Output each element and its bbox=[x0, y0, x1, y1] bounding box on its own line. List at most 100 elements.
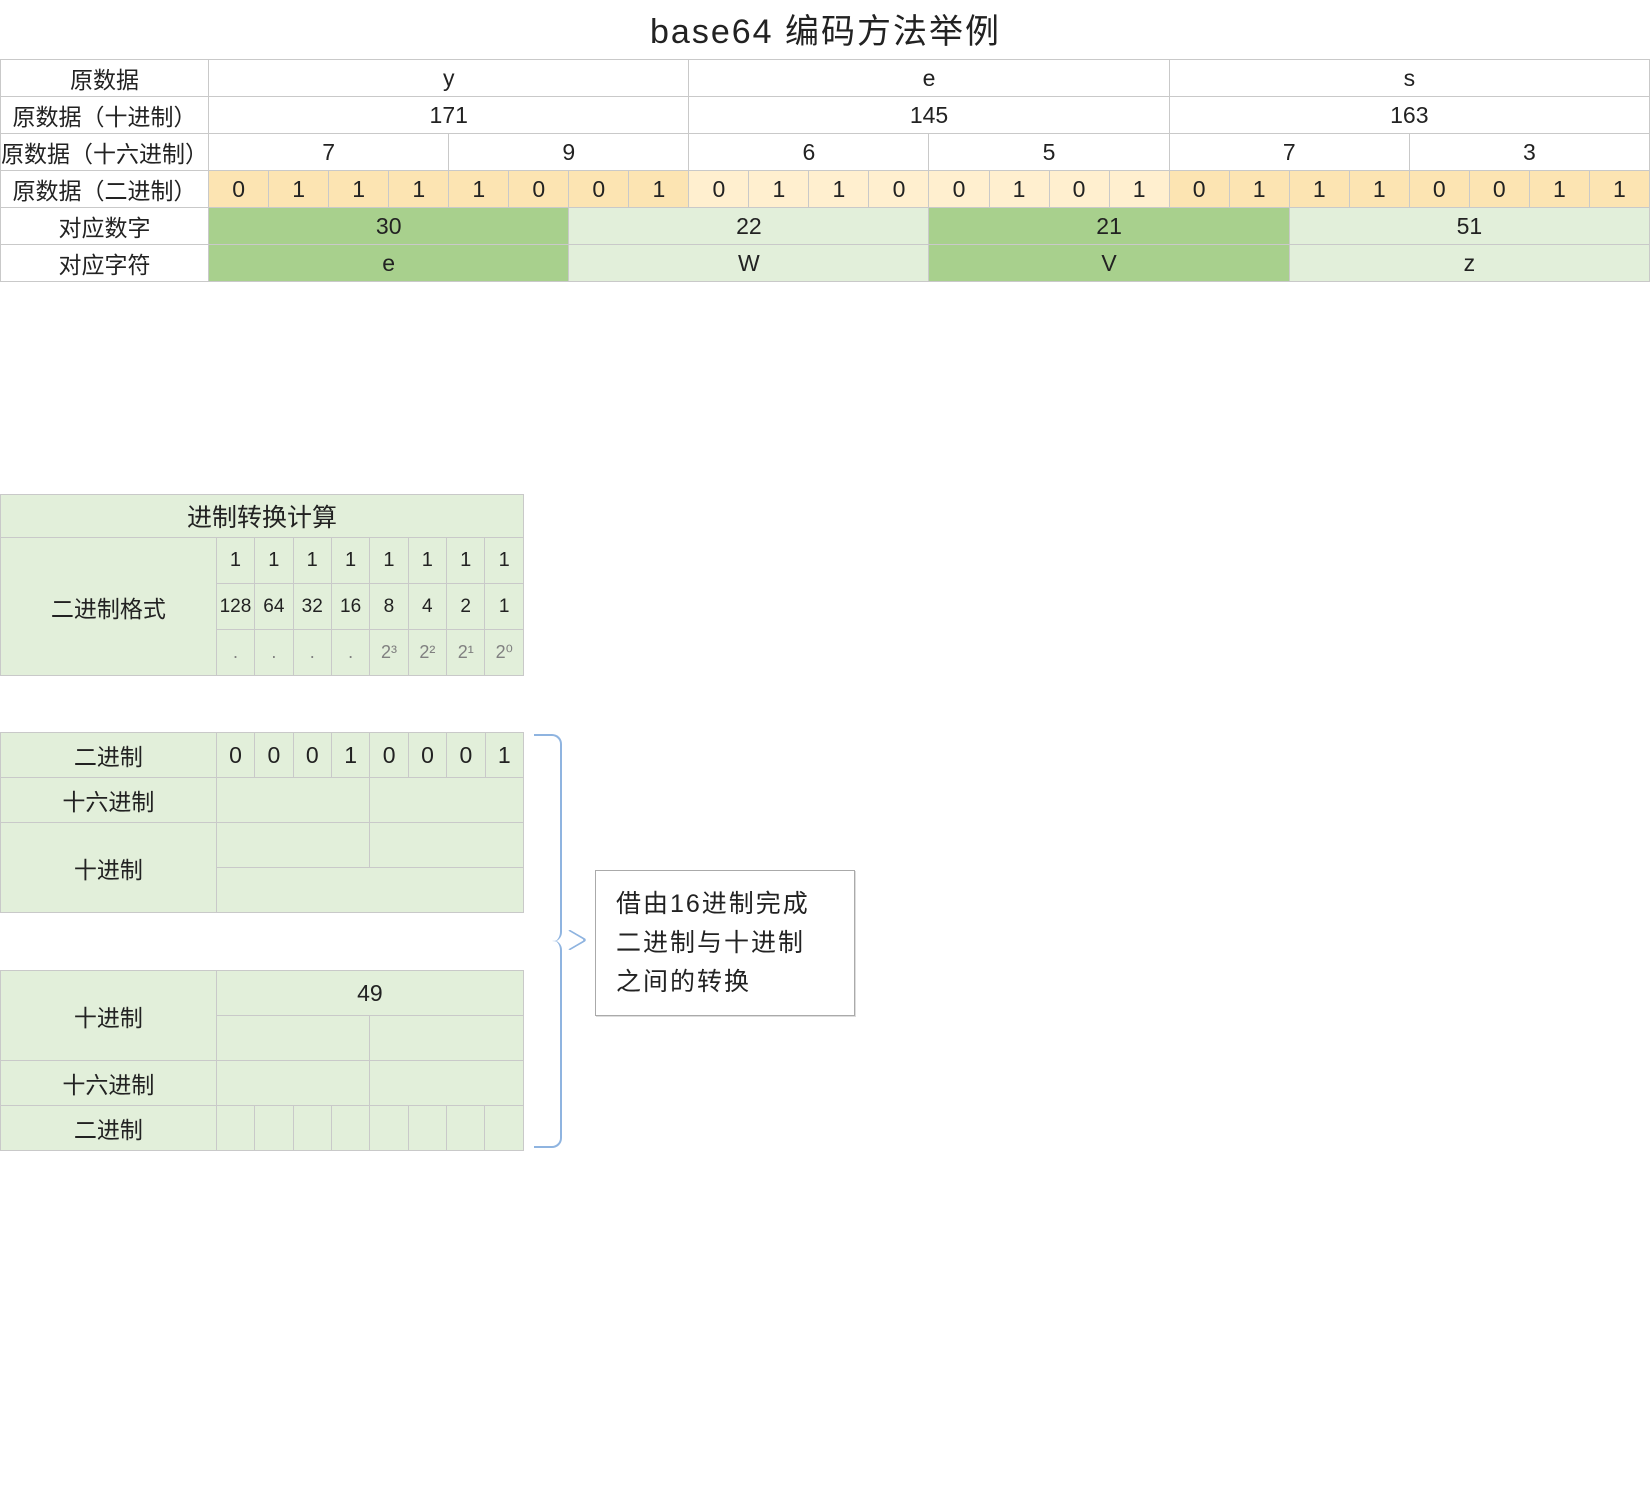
bin3-1[interactable] bbox=[255, 1106, 293, 1151]
numidx-1[interactable]: 22 bbox=[569, 208, 929, 245]
hex3-slot-a[interactable] bbox=[216, 1061, 370, 1106]
hex-5[interactable]: 3 bbox=[1409, 134, 1649, 171]
dec3-slot-a[interactable] bbox=[216, 1016, 370, 1061]
dec-slot-b[interactable] bbox=[370, 823, 524, 868]
weight-5[interactable]: 4 bbox=[408, 584, 446, 630]
dec-slot-c[interactable] bbox=[216, 868, 523, 913]
bit-12[interactable]: 0 bbox=[929, 171, 989, 208]
pow-2[interactable]: . bbox=[293, 630, 331, 676]
dec-0[interactable]: 171 bbox=[209, 97, 689, 134]
weight-1[interactable]: 64 bbox=[255, 584, 293, 630]
ones-1[interactable]: 1 bbox=[255, 538, 293, 584]
raw-char-1[interactable]: e bbox=[689, 60, 1169, 97]
weight-0[interactable]: 128 bbox=[216, 584, 254, 630]
bit-21[interactable]: 0 bbox=[1469, 171, 1529, 208]
exbit-7[interactable]: 1 bbox=[485, 733, 523, 778]
dec3-slot-b[interactable] bbox=[370, 1016, 524, 1061]
hex-2[interactable]: 6 bbox=[689, 134, 929, 171]
hex3-slot-b[interactable] bbox=[370, 1061, 524, 1106]
label-raw: 原数据 bbox=[1, 60, 209, 97]
weight-4[interactable]: 8 bbox=[370, 584, 408, 630]
weight-6[interactable]: 2 bbox=[447, 584, 485, 630]
hex-0[interactable]: 7 bbox=[209, 134, 449, 171]
raw-char-0[interactable]: y bbox=[209, 60, 689, 97]
char-3[interactable]: z bbox=[1289, 245, 1649, 282]
exbit-6[interactable]: 0 bbox=[447, 733, 485, 778]
bit-6[interactable]: 0 bbox=[569, 171, 629, 208]
exbit-0[interactable]: 0 bbox=[216, 733, 254, 778]
bin3-7[interactable] bbox=[485, 1106, 524, 1151]
char-0[interactable]: e bbox=[209, 245, 569, 282]
numidx-0[interactable]: 30 bbox=[209, 208, 569, 245]
char-1[interactable]: W bbox=[569, 245, 929, 282]
bin3-2[interactable] bbox=[293, 1106, 331, 1151]
bit-17[interactable]: 1 bbox=[1229, 171, 1289, 208]
bit-2[interactable]: 1 bbox=[329, 171, 389, 208]
weight-7[interactable]: 1 bbox=[485, 584, 524, 630]
bit-8[interactable]: 0 bbox=[689, 171, 749, 208]
ones-6[interactable]: 1 bbox=[447, 538, 485, 584]
bin3-4[interactable] bbox=[370, 1106, 408, 1151]
pow-1[interactable]: . bbox=[255, 630, 293, 676]
bit-16[interactable]: 0 bbox=[1169, 171, 1229, 208]
numidx-3[interactable]: 51 bbox=[1289, 208, 1649, 245]
weight-2[interactable]: 32 bbox=[293, 584, 331, 630]
bin3-3[interactable] bbox=[331, 1106, 369, 1151]
bit-9[interactable]: 1 bbox=[749, 171, 809, 208]
exbit-5[interactable]: 0 bbox=[408, 733, 446, 778]
ones-5[interactable]: 1 bbox=[408, 538, 446, 584]
hex-1[interactable]: 9 bbox=[449, 134, 689, 171]
raw-char-2[interactable]: s bbox=[1169, 60, 1649, 97]
dec-1[interactable]: 145 bbox=[689, 97, 1169, 134]
bit-7[interactable]: 1 bbox=[629, 171, 689, 208]
pow-7[interactable]: 2⁰ bbox=[485, 630, 524, 676]
dec3-val[interactable]: 49 bbox=[216, 971, 523, 1016]
bit-19[interactable]: 1 bbox=[1349, 171, 1409, 208]
exbit-4[interactable]: 0 bbox=[370, 733, 408, 778]
bit-20[interactable]: 0 bbox=[1409, 171, 1469, 208]
hex-slot-b[interactable] bbox=[370, 778, 524, 823]
bit-1[interactable]: 1 bbox=[269, 171, 329, 208]
exbit-3[interactable]: 1 bbox=[332, 733, 370, 778]
bit-13[interactable]: 1 bbox=[989, 171, 1049, 208]
bit-5[interactable]: 0 bbox=[509, 171, 569, 208]
hex-slot-a[interactable] bbox=[216, 778, 370, 823]
bit-4[interactable]: 1 bbox=[449, 171, 509, 208]
row-hex: 原数据（十六进制） 7 9 6 5 7 3 bbox=[1, 134, 1650, 171]
bit-15[interactable]: 1 bbox=[1109, 171, 1169, 208]
conv-block-1: 二进制 0 0 0 1 0 0 0 1 十六进制 十进制 bbox=[0, 732, 524, 913]
char-2[interactable]: V bbox=[929, 245, 1289, 282]
ones-0[interactable]: 1 bbox=[216, 538, 254, 584]
ones-3[interactable]: 1 bbox=[331, 538, 369, 584]
bit-10[interactable]: 1 bbox=[809, 171, 869, 208]
weight-3[interactable]: 16 bbox=[331, 584, 369, 630]
label-hex2: 十六进制 bbox=[1, 778, 217, 823]
ones-2[interactable]: 1 bbox=[293, 538, 331, 584]
pow-6[interactable]: 2¹ bbox=[447, 630, 485, 676]
bit-14[interactable]: 0 bbox=[1049, 171, 1109, 208]
dec-slot-a[interactable] bbox=[216, 823, 370, 868]
ones-7[interactable]: 1 bbox=[485, 538, 524, 584]
row-bits: 原数据（二进制） 0 1 1 1 1 0 0 1 0 1 1 0 0 1 0 1… bbox=[1, 171, 1650, 208]
bit-23[interactable]: 1 bbox=[1589, 171, 1649, 208]
exbit-1[interactable]: 0 bbox=[255, 733, 293, 778]
numidx-2[interactable]: 21 bbox=[929, 208, 1289, 245]
bit-18[interactable]: 1 bbox=[1289, 171, 1349, 208]
bin3-5[interactable] bbox=[408, 1106, 446, 1151]
bit-11[interactable]: 0 bbox=[869, 171, 929, 208]
pow-4[interactable]: 2³ bbox=[370, 630, 408, 676]
bin3-0[interactable] bbox=[216, 1106, 254, 1151]
exbit-2[interactable]: 0 bbox=[293, 733, 331, 778]
hex-3[interactable]: 5 bbox=[929, 134, 1169, 171]
bit-3[interactable]: 1 bbox=[389, 171, 449, 208]
note-box[interactable]: 借由16进制完成 二进制与十进制 之间的转换 bbox=[595, 870, 855, 1016]
bin3-6[interactable] bbox=[447, 1106, 485, 1151]
hex-4[interactable]: 7 bbox=[1169, 134, 1409, 171]
pow-3[interactable]: . bbox=[331, 630, 369, 676]
bit-0[interactable]: 0 bbox=[209, 171, 269, 208]
pow-5[interactable]: 2² bbox=[408, 630, 446, 676]
bit-22[interactable]: 1 bbox=[1529, 171, 1589, 208]
ones-4[interactable]: 1 bbox=[370, 538, 408, 584]
pow-0[interactable]: . bbox=[216, 630, 254, 676]
dec-2[interactable]: 163 bbox=[1169, 97, 1649, 134]
